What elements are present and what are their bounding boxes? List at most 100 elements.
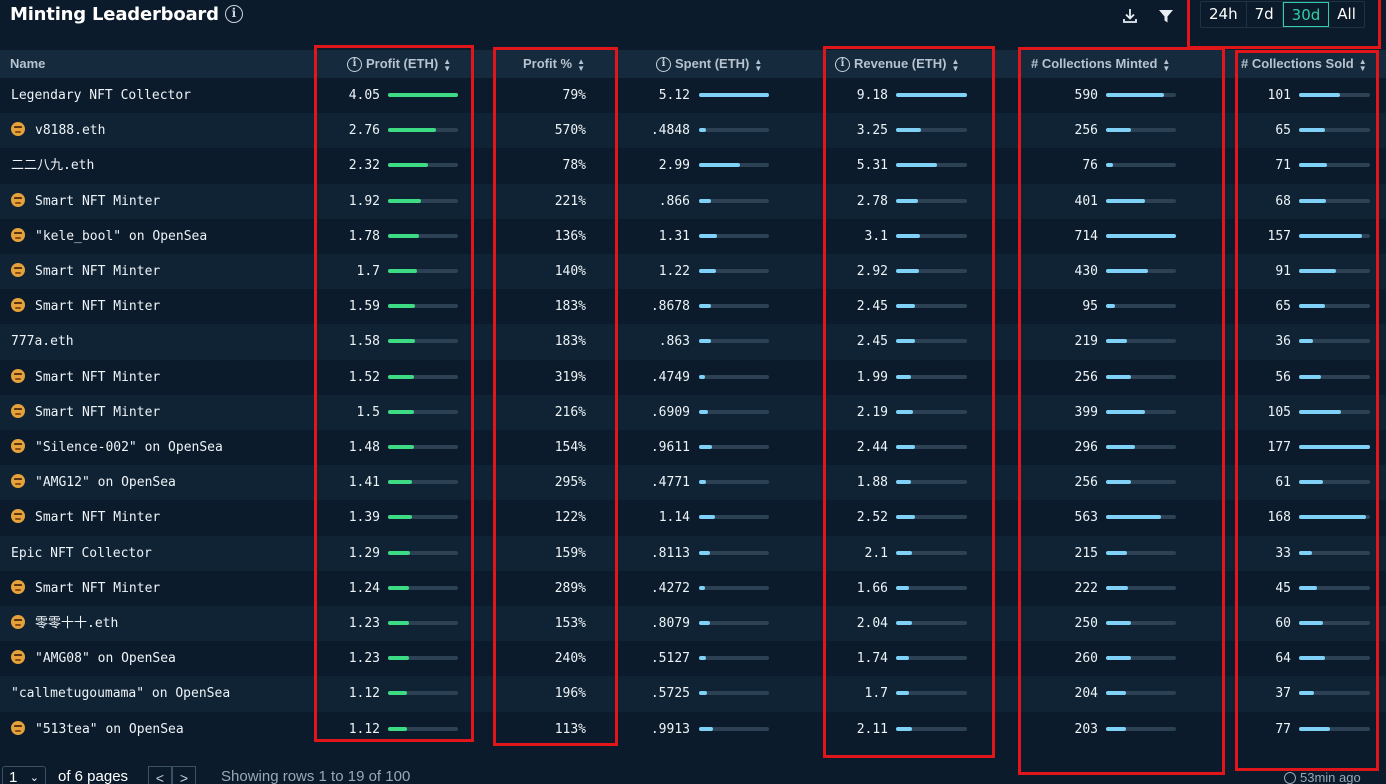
download-icon[interactable] (1121, 7, 1139, 25)
column-header-revenue[interactable]: i Revenue (ETH) ▲ ▼ (835, 50, 959, 78)
bar-minted (1106, 163, 1176, 168)
bar-fill (896, 656, 910, 661)
table-row[interactable]: 零零十十.eth 1.23 153% .8079 2.04 250 60 (0, 606, 1386, 642)
sort-icon: ▲ ▼ (754, 56, 763, 73)
bar-profit (388, 480, 458, 485)
bar-fill (388, 726, 408, 731)
table-row[interactable]: Smart NFT Minter 1.5 216% .6909 2.19 399 105 (0, 394, 1386, 430)
cell-sold: 65 (1275, 123, 1291, 139)
bar-sold (1299, 585, 1370, 590)
column-header-collections-sold[interactable]: # Collections Sold ▲ ▼ (1241, 50, 1367, 78)
wallet-name[interactable]: "AMG12" on OpenSea (11, 465, 176, 500)
info-icon[interactable]: i (835, 57, 850, 73)
bar-fill (1106, 480, 1132, 485)
table-row[interactable]: v8188.eth 2.76 570% .4848 3.25 256 65 (0, 113, 1386, 149)
bar-minted (1106, 656, 1176, 661)
table-row[interactable]: Legendary NFT Collector 4.05 79% 5.12 9.18 59… (0, 78, 1386, 113)
wallet-name[interactable]: Smart NFT Minter (11, 571, 160, 606)
bar-fill (388, 445, 414, 449)
wallet-name[interactable]: 777a.eth (11, 324, 74, 359)
table-row[interactable]: Smart NFT Minter 1.59 183% .8678 2.45 95 65 (0, 289, 1386, 324)
cell-spent: .8113 (650, 545, 690, 561)
bar-fill (896, 304, 915, 309)
table-row[interactable]: "513tea" on OpenSea 1.12 113% .9913 2.11 203 7… (0, 712, 1386, 747)
table-row[interactable]: "AMG08" on OpenSea 1.23 240% .5127 1.74 260 64 (0, 641, 1386, 676)
cell-sold: 105 (1267, 404, 1291, 420)
prev-page-button[interactable]: < (148, 766, 172, 784)
wallet-name[interactable]: v8188.eth (11, 113, 105, 148)
table-row[interactable]: Smart NFT Minter 1.92 221% .866 2.78 401 68 (0, 183, 1386, 219)
wallet-name[interactable]: "kele_bool" on OpenSea (11, 219, 207, 254)
table-row[interactable]: Smart NFT Minter 1.7 140% 1.22 2.92 430 91 (0, 254, 1386, 290)
wallet-name[interactable]: "AMG08" on OpenSea (11, 641, 176, 676)
table-row[interactable]: "kele_bool" on OpenSea 1.78 136% 1.31 3.1 714… (0, 219, 1386, 254)
bar-fill (1106, 198, 1146, 203)
column-header-profit-percent[interactable]: Profit % ▲ ▼ (523, 50, 585, 78)
wallet-name[interactable]: 零零十十.eth (11, 606, 118, 641)
bar-fill (1299, 374, 1322, 379)
wallet-name[interactable]: "Silence-002" on OpenSea (11, 430, 223, 465)
table-row[interactable]: Smart NFT Minter 1.39 122% 1.14 2.52 563 168 (0, 500, 1386, 535)
range-button-7d[interactable]: 7d (1247, 2, 1283, 27)
bar-fill (896, 374, 912, 379)
column-header-collections-minted[interactable]: # Collections Minted ▲ ▼ (1031, 50, 1170, 78)
wallet-name[interactable]: Legendary NFT Collector (11, 78, 191, 113)
column-header-spent[interactable]: i Spent (ETH) ▲ ▼ (656, 50, 762, 78)
table-row[interactable]: 二二八九.eth 2.32 78% 2.99 5.31 76 71 (0, 148, 1386, 183)
sort-icon: ▲ ▼ (1358, 56, 1367, 73)
cell-sold: 61 (1275, 475, 1291, 491)
cell-minted: 256 (1074, 369, 1098, 385)
range-button-24h[interactable]: 24h (1201, 2, 1247, 27)
table-row[interactable]: 777a.eth 1.58 183% .863 2.45 219 36 (0, 324, 1386, 360)
cell-revenue: 2.45 (856, 334, 888, 350)
bar-profit (388, 128, 458, 133)
bar-minted (1106, 198, 1176, 203)
bar-spent (699, 269, 769, 273)
wallet-name[interactable]: Epic NFT Collector (11, 536, 152, 571)
cell-revenue: 3.25 (856, 123, 888, 139)
bar-fill (388, 233, 419, 238)
column-header-name[interactable]: Name (10, 50, 45, 78)
range-button-30d[interactable]: 30d (1282, 2, 1330, 27)
bar-spent (699, 656, 769, 661)
cell-revenue: 2.04 (856, 616, 888, 631)
cell-sold: 65 (1275, 299, 1291, 315)
next-page-button[interactable]: > (172, 766, 196, 784)
wallet-name[interactable]: 二二八九.eth (11, 148, 94, 183)
table-row[interactable]: "callmetugoumama" on OpenSea 1.12 196% .572… (0, 676, 1386, 712)
wallet-name[interactable]: Smart NFT Minter (11, 289, 160, 324)
table-row[interactable]: "AMG12" on OpenSea 1.41 295% .4771 1.88 256 61 (0, 465, 1386, 501)
wallet-name[interactable]: "513tea" on OpenSea (11, 712, 184, 747)
wallet-name[interactable]: Smart NFT Minter (11, 254, 160, 289)
bar-fill (896, 726, 913, 731)
wallet-name[interactable]: "callmetugoumama" on OpenSea (11, 676, 230, 711)
table-row[interactable]: Smart NFT Minter 1.52 319% .4749 1.99 256 56 (0, 360, 1386, 395)
avatar-icon (11, 579, 25, 594)
bar-profit (388, 233, 458, 238)
wallet-name[interactable]: Smart NFT Minter (11, 500, 160, 535)
bar-revenue (896, 128, 967, 133)
bar-minted (1106, 374, 1176, 379)
range-button-all[interactable]: All (1329, 2, 1364, 27)
table-row[interactable]: Epic NFT Collector 1.29 159% .8113 2.1 215 33 (0, 535, 1386, 571)
bar-fill (1106, 515, 1162, 520)
wallet-name[interactable]: Smart NFT Minter (11, 395, 160, 430)
cell-sold: 177 (1267, 440, 1291, 455)
page-select[interactable]: 1 ⌄ (2, 766, 46, 784)
cell-revenue: 3.1 (864, 228, 888, 244)
info-icon[interactable]: i (347, 57, 362, 73)
filter-icon[interactable] (1157, 7, 1175, 25)
table-row[interactable]: Smart NFT Minter 1.24 289% .4272 1.66 222 45 (0, 571, 1386, 606)
bar-fill (1299, 726, 1330, 731)
wallet-name[interactable]: Smart NFT Minter (11, 360, 160, 395)
table-row[interactable]: "Silence-002" on OpenSea 1.48 154% .9611 2.4… (0, 430, 1386, 465)
cell-profit-pct: 183% (554, 299, 586, 315)
bar-sold (1299, 480, 1370, 485)
bar-fill (896, 269, 919, 273)
info-icon[interactable]: i (224, 4, 243, 23)
wallet-name[interactable]: Smart NFT Minter (11, 184, 160, 219)
column-header-profit[interactable]: i Profit (ETH) ▲ ▼ (347, 50, 451, 78)
info-icon[interactable]: i (656, 57, 671, 73)
bar-revenue (896, 585, 967, 590)
cell-profit: 1.7 (356, 264, 380, 279)
